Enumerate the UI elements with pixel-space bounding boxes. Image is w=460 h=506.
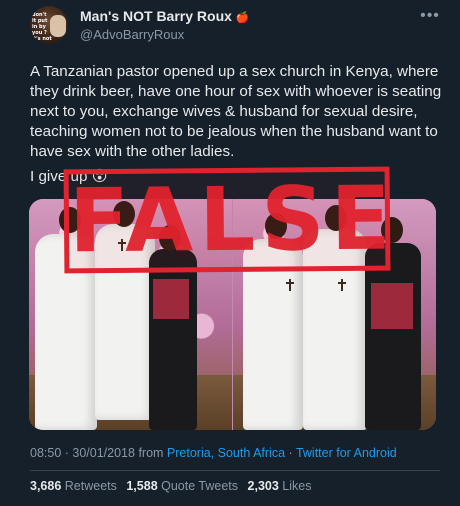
- likes-count: 2,303: [247, 479, 279, 493]
- display-name-text: Man's NOT Barry Roux: [80, 8, 232, 24]
- more-options-icon[interactable]: •••: [420, 8, 440, 26]
- author-display-name[interactable]: Man's NOT Barry Roux 🍎: [80, 8, 250, 24]
- author-avatar[interactable]: don't it put in by you ? it's not: [30, 6, 68, 44]
- tweet-meta: 08:50 · 30/01/2018 from Pretoria, South …: [30, 446, 450, 460]
- figure-dark: [149, 249, 197, 430]
- false-stamp-text: FALSE: [68, 166, 398, 273]
- cross-pendant: [286, 279, 294, 291]
- figure-red-shirt: [371, 283, 413, 329]
- figure-dark: [365, 243, 421, 430]
- quote-tweets-label: Quote Tweets: [161, 479, 239, 493]
- meta-from-word: from: [138, 446, 164, 460]
- cross-pendant: [338, 279, 346, 291]
- tweet-stats: 3,686 Retweets 1,588 Quote Tweets 2,303 …: [30, 479, 450, 493]
- likes-stat[interactable]: 2,303 Likes: [248, 479, 312, 493]
- retweets-label: Retweets: [64, 479, 117, 493]
- divider: [30, 470, 440, 471]
- false-stamp: FALSE: [63, 166, 398, 274]
- tweet-paragraph: A Tanzanian pastor opened up a sex churc…: [30, 63, 442, 160]
- quote-tweets-count: 1,588: [126, 479, 158, 493]
- author-username[interactable]: @AdvoBarryRoux: [80, 27, 184, 42]
- likes-label: Likes: [282, 479, 312, 493]
- tweet-timestamp[interactable]: 08:50 · 30/01/2018: [30, 446, 135, 460]
- tweet-client-link[interactable]: Twitter for Android: [296, 446, 397, 460]
- figure-red-shirt: [153, 279, 189, 319]
- meta-separator: ·: [288, 446, 293, 460]
- retweets-stat[interactable]: 3,686 Retweets: [30, 479, 120, 493]
- avatar-face: [50, 15, 66, 37]
- avatar-caption: don't it put in by you ? it's not: [32, 12, 52, 42]
- tweet-card: don't it put in by you ? it's not Man's …: [0, 0, 460, 506]
- quote-tweets-stat[interactable]: 1,588 Quote Tweets: [126, 479, 241, 493]
- tweet-location-link[interactable]: Pretoria, South Africa: [167, 446, 285, 460]
- retweets-count: 3,686: [30, 479, 62, 493]
- apple-badge-icon: 🍎: [235, 12, 250, 24]
